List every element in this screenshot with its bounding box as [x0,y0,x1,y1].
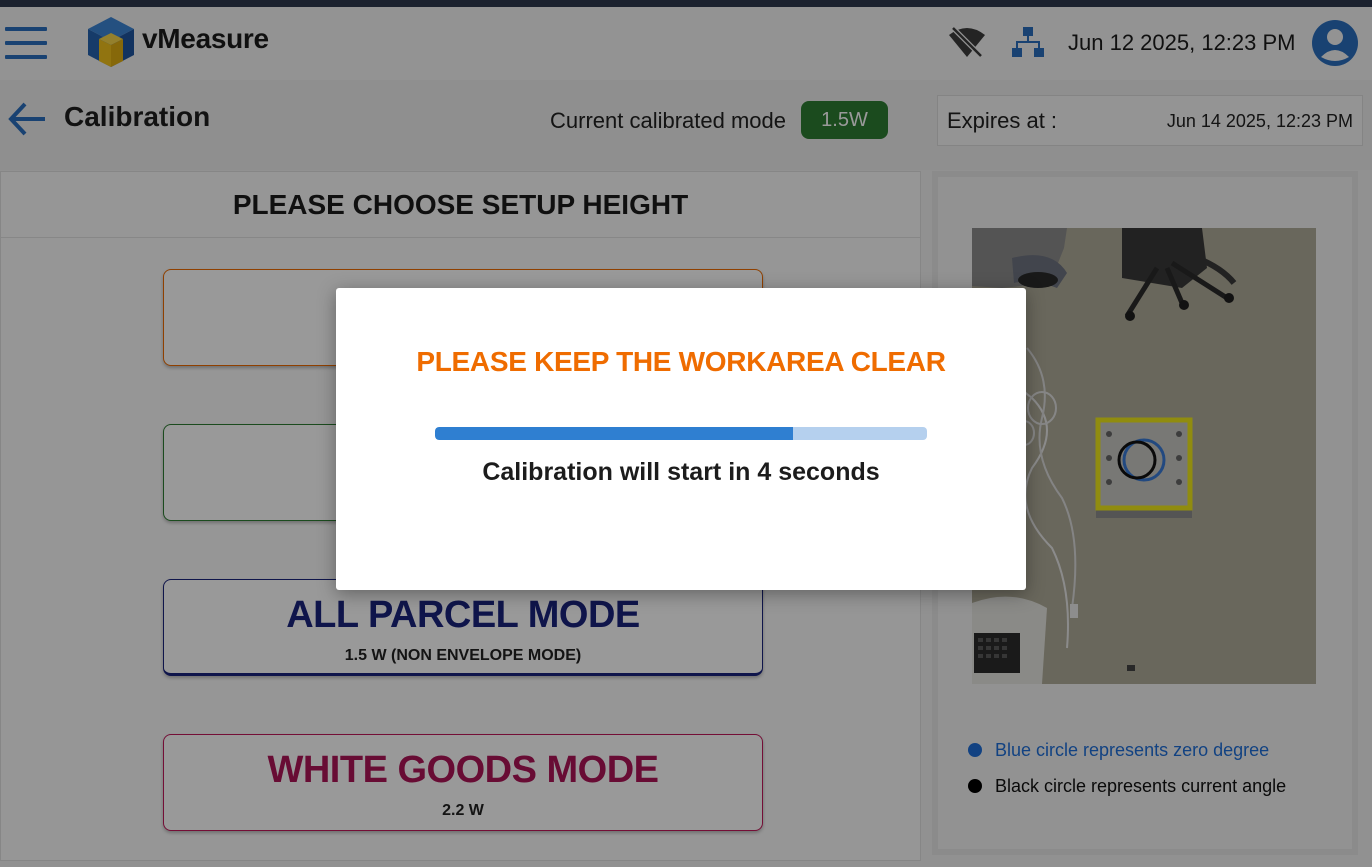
countdown-message: Calibration will start in 4 seconds [482,458,880,486]
dialog-title: PLEASE KEEP THE WORKAREA CLEAR [416,346,946,377]
countdown-progress-fill [435,427,793,440]
countdown-progress-bar [435,427,927,440]
calibration-countdown-dialog: PLEASE KEEP THE WORKAREA CLEAR Calibrati… [336,288,1026,590]
